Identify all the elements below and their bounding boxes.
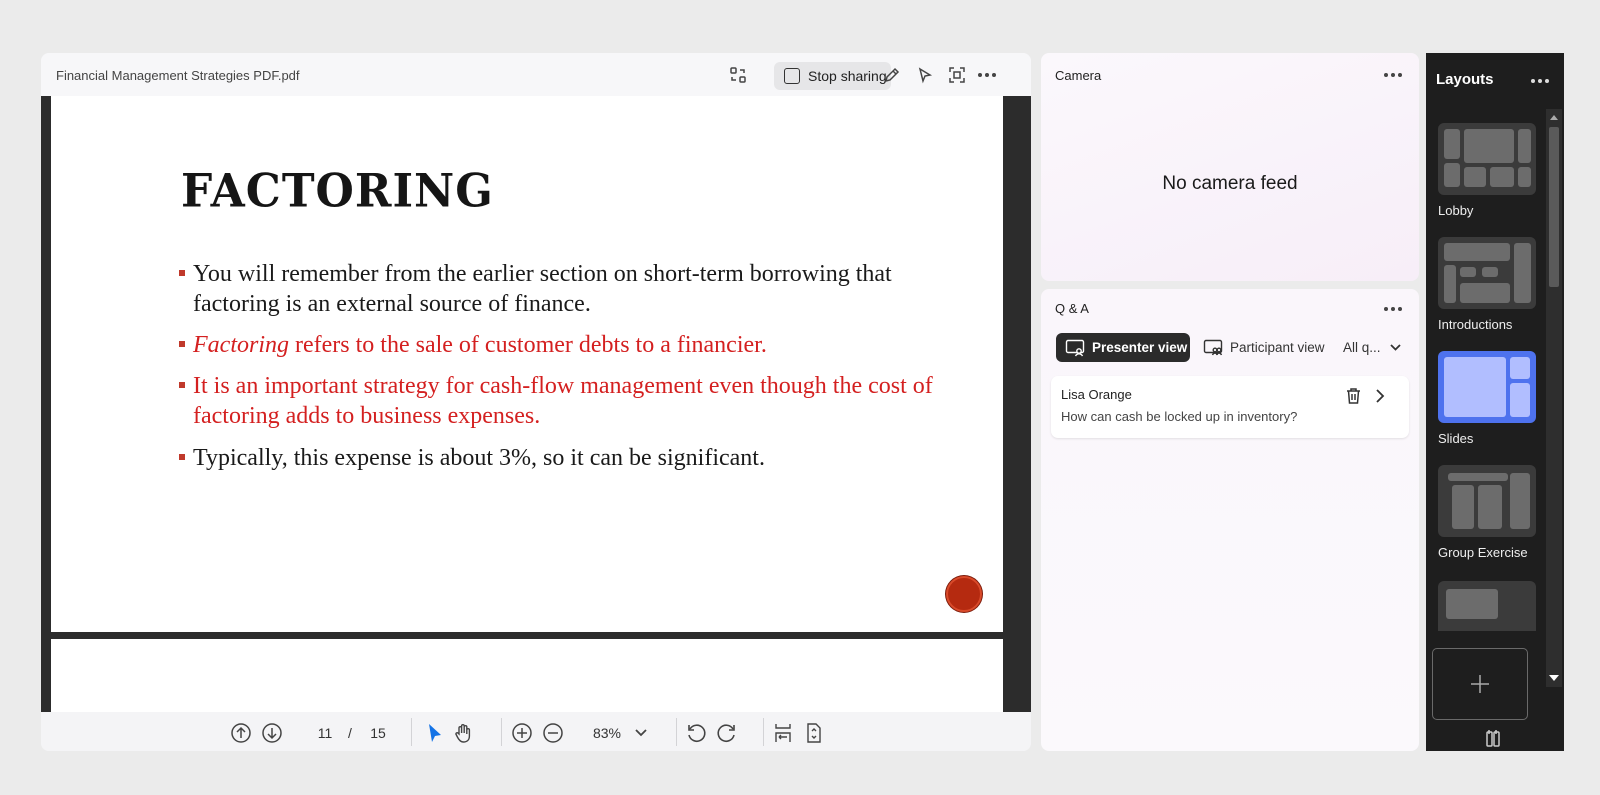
- presenter-view-tab[interactable]: Presenter view: [1056, 333, 1190, 362]
- zoom-dropdown-chevron-icon[interactable]: [631, 722, 651, 744]
- layout-label: Group Exercise: [1438, 545, 1528, 560]
- layout-label: Lobby: [1438, 203, 1474, 218]
- camera-more-options-icon[interactable]: [1384, 73, 1402, 77]
- camera-status-text: No camera feed: [1162, 173, 1298, 194]
- slide-page: FACTORING You will remember from the ear…: [51, 96, 1003, 632]
- stop-sharing-button[interactable]: Stop sharing: [774, 62, 891, 90]
- pdf-file-name: Financial Management Strategies PDF.pdf: [56, 68, 300, 83]
- document-viewport[interactable]: FACTORING You will remember from the ear…: [41, 96, 1031, 719]
- pdf-pod-header: Financial Management Strategies PDF.pdf …: [41, 53, 1031, 96]
- layouts-more-options-icon[interactable]: [1531, 79, 1549, 83]
- pdf-bottom-toolbar: 11 / 15 83%: [41, 712, 1031, 751]
- slide-bullet-3: It is an important strategy for cash-flo…: [179, 371, 979, 431]
- add-layout-button[interactable]: [1432, 648, 1528, 720]
- layout-item-slides[interactable]: Slides: [1438, 351, 1536, 446]
- layout-thumbnail: [1438, 581, 1536, 631]
- camera-pod-title: Camera: [1055, 68, 1102, 83]
- fit-page-icon[interactable]: [803, 722, 825, 744]
- hand-tool-icon[interactable]: [451, 722, 477, 744]
- participant-view-tab[interactable]: Participant view: [1203, 333, 1325, 362]
- pdf-share-pod: Financial Management Strategies PDF.pdf …: [41, 53, 1031, 751]
- layout-item-group-exercise[interactable]: Group Exercise: [1438, 465, 1536, 560]
- stop-icon: [784, 68, 800, 84]
- layout-label: Introductions: [1438, 317, 1513, 332]
- qa-more-options-icon[interactable]: [1384, 307, 1402, 311]
- zoom-out-icon[interactable]: [541, 722, 565, 744]
- zoom-level[interactable]: 83%: [587, 722, 627, 744]
- layout-item-partial[interactable]: [1438, 581, 1536, 631]
- total-pages: 15: [370, 725, 386, 741]
- scroll-up-arrow-icon[interactable]: [1550, 115, 1558, 120]
- page-separator: /: [348, 725, 352, 741]
- layouts-toggle-icon[interactable]: [1483, 728, 1503, 753]
- question-filter-label: All q...: [1343, 340, 1381, 355]
- layout-label: Slides: [1438, 431, 1474, 446]
- camera-pod: Camera No camera feed: [1041, 53, 1419, 281]
- slide-title: FACTORING: [181, 164, 494, 219]
- question-card[interactable]: Lisa Orange How can cash be locked up in…: [1051, 376, 1409, 438]
- next-page-icon[interactable]: [260, 722, 284, 744]
- question-filter-dropdown[interactable]: All q...: [1343, 333, 1402, 362]
- participant-view-label: Participant view: [1230, 340, 1325, 355]
- sync-icon[interactable]: [726, 63, 750, 87]
- next-page-preview: [51, 639, 1003, 719]
- scroll-down-arrow-icon[interactable]: [1549, 675, 1559, 681]
- fit-width-icon[interactable]: [772, 722, 794, 744]
- scrollbar-thumb[interactable]: [1549, 127, 1559, 287]
- stop-sharing-label: Stop sharing: [808, 68, 887, 84]
- layouts-scrollbar[interactable]: [1546, 109, 1562, 687]
- filter-chevron-down-icon: [1389, 343, 1402, 352]
- layouts-panel: Layouts Lobby Introductions Slides Group…: [1426, 53, 1564, 751]
- chevron-right-icon[interactable]: [1375, 388, 1385, 409]
- question-author: Lisa Orange: [1061, 387, 1132, 402]
- layout-item-introductions[interactable]: Introductions: [1438, 237, 1536, 332]
- fullscreen-icon[interactable]: [945, 63, 969, 87]
- select-tool-icon[interactable]: [423, 722, 447, 744]
- trash-icon[interactable]: [1345, 387, 1362, 410]
- rotate-left-icon[interactable]: [684, 722, 708, 744]
- slide-bullet-1: You will remember from the earlier secti…: [179, 259, 979, 319]
- layouts-title: Layouts: [1436, 71, 1494, 88]
- slide-bullet-2: Factoring refers to the sale of customer…: [179, 330, 979, 360]
- slide-logo-dot: [946, 576, 982, 612]
- current-page-number[interactable]: 11: [313, 722, 337, 744]
- previous-page-icon[interactable]: [229, 722, 253, 744]
- layout-thumbnail: [1438, 465, 1536, 537]
- rotate-right-icon[interactable]: [715, 722, 739, 744]
- layout-thumbnail: [1438, 237, 1536, 309]
- zoom-in-icon[interactable]: [510, 722, 534, 744]
- qa-pod: Q & A Presenter view Participant view Al…: [1041, 289, 1419, 751]
- slide-bullet-4: Typically, this expense is about 3%, so …: [179, 443, 979, 473]
- qa-pod-title: Q & A: [1055, 301, 1089, 316]
- presenter-view-label: Presenter view: [1092, 340, 1188, 355]
- question-text: How can cash be locked up in inventory?: [1061, 409, 1298, 424]
- more-options-icon[interactable]: [975, 63, 999, 87]
- participant-view-icon: [1203, 339, 1223, 357]
- pencil-icon[interactable]: [880, 63, 904, 87]
- plus-icon: [1471, 675, 1489, 693]
- layout-thumbnail: [1438, 123, 1536, 195]
- layout-thumbnail: [1438, 351, 1536, 423]
- pointer-icon[interactable]: [913, 63, 937, 87]
- presenter-view-icon: [1065, 339, 1085, 357]
- layout-item-lobby[interactable]: Lobby: [1438, 123, 1536, 218]
